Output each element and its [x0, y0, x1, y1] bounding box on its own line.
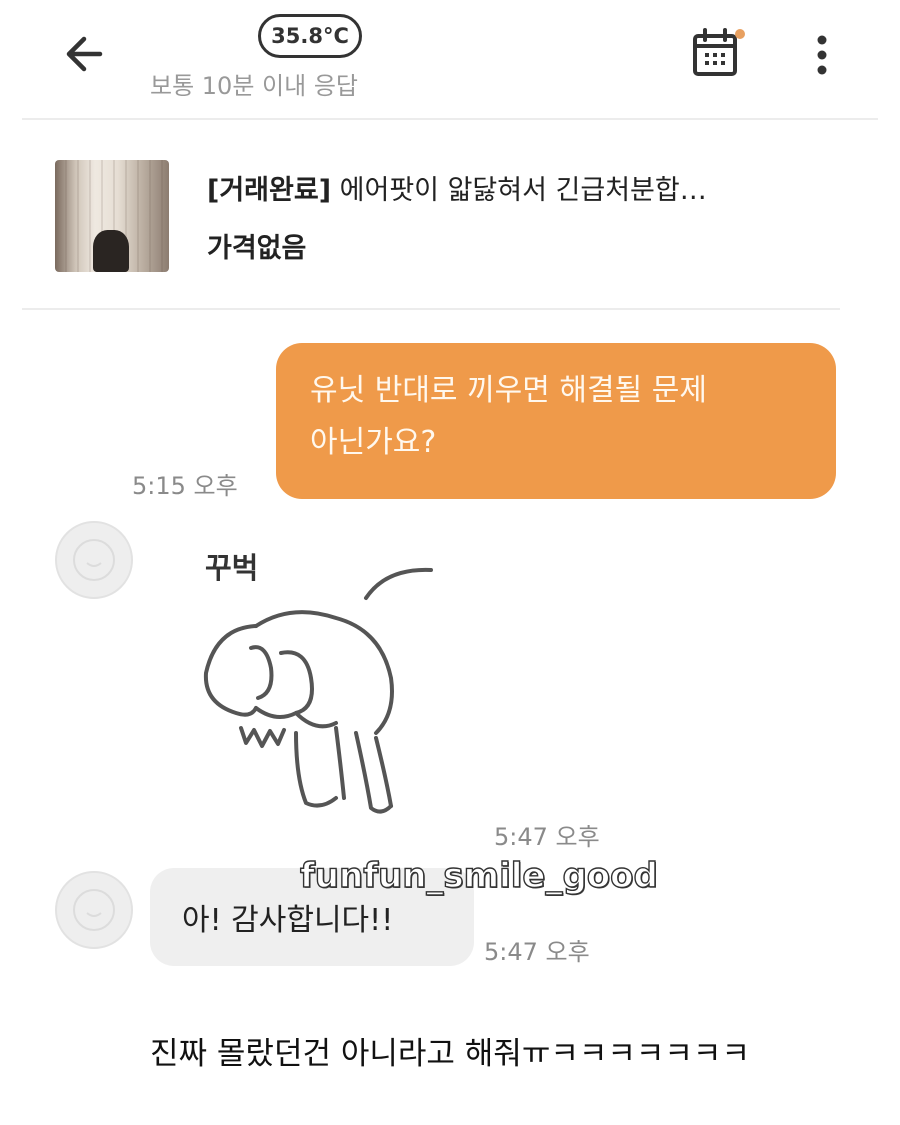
trade-status-tag: [거래완료] — [207, 175, 332, 206]
calendar-icon — [693, 28, 745, 76]
bowing-rabbit-icon — [203, 567, 433, 814]
product-price: 가격없음 — [207, 233, 307, 264]
message-timestamp: 5:47 오후 — [484, 938, 590, 966]
notification-dot-icon — [735, 29, 745, 39]
calendar-button[interactable] — [688, 26, 748, 82]
product-name: 에어팟이 앏닳혀서 긴급처분합… — [339, 175, 707, 206]
outgoing-message-bubble[interactable]: 유닛 반대로 끼우면 해결될 문제 아닌가요? — [276, 343, 836, 499]
header-divider — [22, 118, 878, 120]
caption-text: 진짜 몰랐던건 아니라고 해줘ㅠㅋㅋㅋㅋㅋㅋㅋ — [150, 1036, 750, 1072]
message-timestamp: 5:47 오후 — [494, 823, 600, 851]
message-line: 유닛 반대로 끼우면 해결될 문제 — [310, 373, 707, 408]
avatar[interactable] — [55, 871, 133, 949]
watermark: funfun_smile_good — [299, 855, 658, 896]
default-profile-icon — [73, 539, 115, 581]
message-text: 아! 감사합니다!! — [182, 903, 394, 938]
product-thumbnail[interactable] — [55, 160, 169, 272]
more-vertical-icon — [817, 35, 827, 75]
more-options-button[interactable] — [806, 30, 838, 80]
bowing-rabbit-sticker[interactable] — [196, 548, 446, 828]
back-arrow-icon — [66, 36, 103, 72]
product-title[interactable]: [거래완료] 에어팟이 앏닳혀서 긴급처분합… — [207, 168, 707, 207]
default-profile-icon — [73, 889, 115, 931]
product-divider — [22, 308, 840, 310]
response-time-info: 보통 10분 이내 응답 — [150, 72, 358, 100]
avatar[interactable] — [55, 521, 133, 599]
back-button[interactable] — [60, 28, 112, 80]
message-line: 아닌가요? — [310, 425, 437, 460]
manner-temperature-badge: 35.8°C — [258, 14, 362, 58]
message-timestamp: 5:15 오후 — [132, 472, 238, 500]
